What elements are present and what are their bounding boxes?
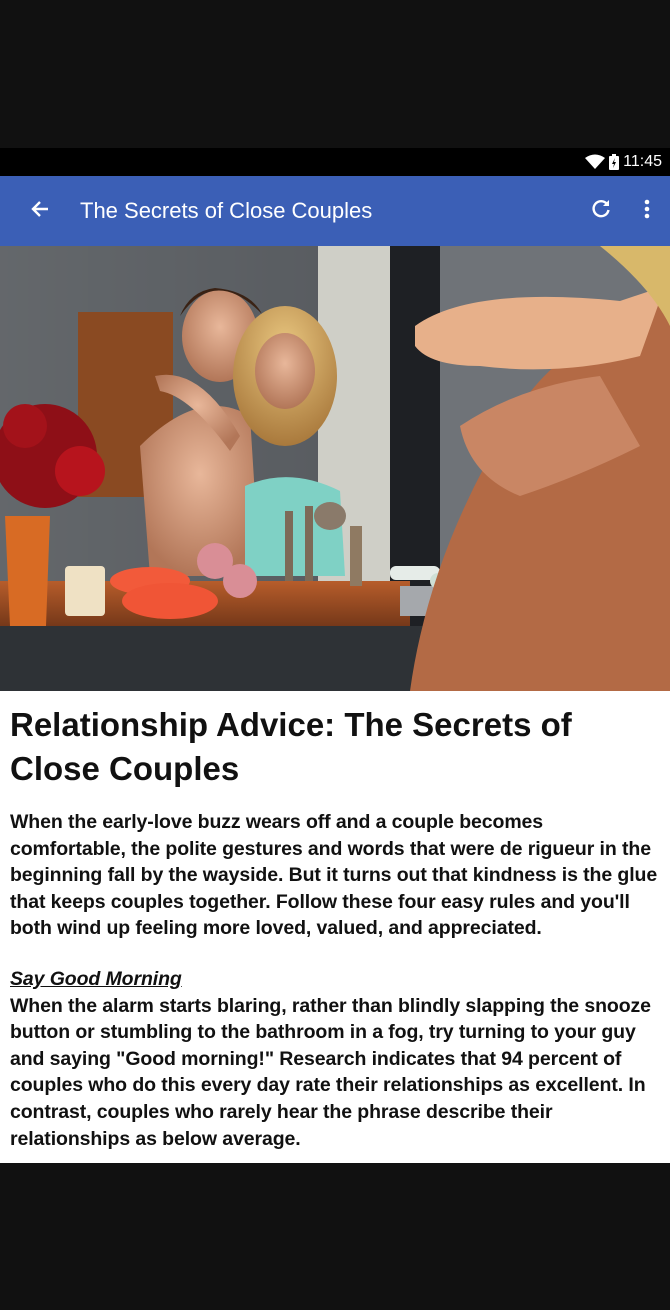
more-vert-icon	[644, 199, 650, 224]
section-body: When the alarm starts blaring, rather th…	[10, 994, 651, 1150]
article-title: Relationship Advice: The Secrets of Clos…	[10, 706, 572, 787]
status-time: 11:45	[623, 153, 662, 170]
wifi-icon	[585, 154, 606, 170]
section-title: Say Good Morning	[10, 967, 182, 990]
more-options-button[interactable]	[624, 176, 670, 246]
article-intro: When the early-love buzz wears off and a…	[10, 811, 658, 940]
article-section: Say Good Morning When the alarm starts b…	[10, 966, 660, 1152]
refresh-icon	[590, 198, 612, 225]
back-button[interactable]	[0, 176, 80, 246]
page-title: The Secrets of Close Couples	[80, 198, 373, 223]
app-bar: The Secrets of Close Couples	[0, 176, 670, 246]
article-content: Relationship Advice: The Secrets of Clos…	[0, 691, 670, 1163]
bottom-blank-area	[0, 1163, 670, 1310]
hero-image	[0, 246, 670, 691]
status-bar: 11:45	[0, 148, 670, 176]
battery-icon	[609, 154, 620, 170]
back-arrow-icon	[30, 199, 50, 224]
refresh-button[interactable]	[578, 176, 624, 246]
